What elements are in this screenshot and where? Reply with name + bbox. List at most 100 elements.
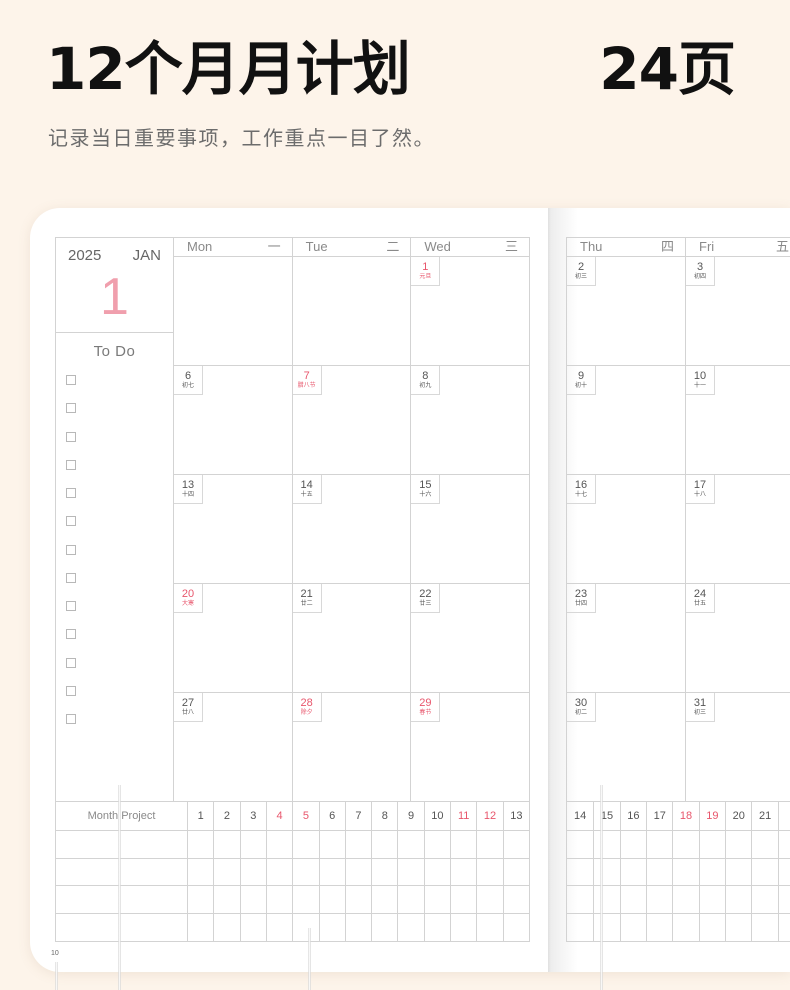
month-project-cell bbox=[567, 885, 594, 913]
month-project-cell bbox=[725, 829, 752, 858]
weekday-name: Thu bbox=[580, 239, 603, 254]
lunar-date: 廿八 bbox=[181, 710, 194, 716]
todo-list bbox=[56, 238, 173, 801]
month-project-cell bbox=[646, 857, 673, 886]
calendar-grid-right: Thu 四 Fri 五 2 初三 3 初四 9 初十 10 十一 16 十七 17 十八 23 廿四 24 廿五 30 初… bbox=[567, 238, 790, 801]
date-box: 1 元旦 bbox=[411, 257, 441, 286]
lunar-date: 廿三 bbox=[419, 601, 432, 607]
month-project-cell bbox=[187, 857, 214, 886]
month-project-cell bbox=[450, 885, 477, 914]
month-project-day: 5 bbox=[292, 802, 318, 830]
calendar-cell: 8 初九 bbox=[410, 365, 529, 474]
month-project-day: 14 bbox=[574, 809, 587, 822]
weekday-name: Wed bbox=[424, 239, 451, 254]
month-project-cell bbox=[56, 885, 187, 913]
calendar-cell: 1 元旦 bbox=[410, 256, 529, 365]
date-number: 8 bbox=[422, 370, 429, 382]
month-project-day: 11 bbox=[450, 802, 476, 830]
lunar-date: 元旦 bbox=[419, 274, 432, 280]
calendar-cell: 13 十四 bbox=[173, 474, 292, 583]
month-project-cell bbox=[397, 829, 424, 858]
month-project-cell bbox=[502, 913, 529, 941]
date-number: 7 bbox=[303, 370, 310, 382]
month-project-cell bbox=[344, 829, 372, 858]
month-project-cell bbox=[672, 857, 699, 886]
month-project-cell bbox=[593, 857, 620, 886]
todo-checkbox bbox=[66, 685, 76, 696]
calendar-cell: 31 初三 bbox=[685, 692, 790, 801]
todo-checkbox bbox=[66, 488, 76, 498]
lunar-date: 初二 bbox=[574, 710, 587, 716]
month-project-cell bbox=[423, 829, 451, 858]
month-project-cell bbox=[672, 829, 699, 858]
date-box: 30 初二 bbox=[567, 693, 596, 722]
date-number: 1 bbox=[422, 261, 429, 273]
month-project-cell bbox=[698, 885, 726, 914]
calendar-cell: 14 十五 bbox=[291, 474, 411, 583]
month-project-day-partial bbox=[777, 802, 790, 830]
month-project-cell bbox=[318, 885, 345, 914]
date-number: 9 bbox=[577, 370, 585, 382]
month-project-cell bbox=[698, 857, 726, 886]
month-project-cell bbox=[318, 857, 345, 886]
month-project-day: 15 bbox=[593, 802, 619, 830]
month-project-cell bbox=[502, 857, 529, 886]
month-project-cell bbox=[292, 857, 319, 886]
month-project-cell bbox=[213, 829, 240, 858]
month-project-cell bbox=[397, 885, 424, 914]
month-project-day: 9 bbox=[397, 802, 423, 830]
month-project-cell bbox=[213, 913, 240, 941]
calendar-cell: 3 初四 bbox=[685, 256, 790, 365]
date-box: 29 春节 bbox=[411, 693, 441, 722]
month-project-cell bbox=[567, 829, 594, 858]
month-project-cell bbox=[777, 885, 790, 914]
month-project-cell bbox=[751, 885, 778, 914]
todo-checkbox bbox=[66, 601, 76, 611]
month-project-cell bbox=[239, 885, 266, 914]
month-project-cell bbox=[672, 885, 699, 914]
weekday-chinese: 一 bbox=[267, 239, 281, 254]
month-project-cell bbox=[450, 829, 477, 858]
calendar-cell: 22 廿三 bbox=[410, 583, 529, 692]
calendar-cell: 10 十一 bbox=[685, 365, 790, 474]
page-count: 24页 bbox=[599, 35, 736, 103]
calendar-cell: 20 大寒 bbox=[173, 583, 292, 692]
month-project-cell bbox=[187, 829, 214, 858]
lunar-date: 十七 bbox=[574, 492, 587, 498]
calendar-cell: 17 十八 bbox=[685, 474, 790, 583]
todo-checkbox bbox=[66, 516, 76, 527]
month-project-day: 13 bbox=[502, 802, 529, 830]
calendar-cell: 27 廿八 bbox=[173, 692, 292, 801]
month-project-day: 21 bbox=[751, 802, 777, 830]
weekday-chinese: 四 bbox=[660, 239, 674, 254]
calendar-cell: 15 十六 bbox=[410, 474, 529, 583]
calendar-cell: 29 春节 bbox=[410, 692, 529, 801]
calendar-cell: 6 初七 bbox=[173, 365, 292, 474]
date-number: 28 bbox=[300, 697, 313, 709]
month-project-cell bbox=[397, 857, 424, 886]
date-box: 21 廿二 bbox=[292, 584, 322, 613]
date-number: 16 bbox=[574, 479, 588, 491]
weekday-header-thu: Thu 四 bbox=[567, 238, 685, 256]
month-project-cell bbox=[725, 913, 752, 941]
calendar-cell: 21 廿二 bbox=[291, 583, 411, 692]
date-number: 22 bbox=[419, 588, 432, 600]
month-project-cell bbox=[344, 857, 372, 886]
month-project-day: 1 bbox=[187, 802, 213, 830]
calendar-cell: 23 廿四 bbox=[567, 583, 685, 692]
calendar-cell: 24 廿五 bbox=[685, 583, 790, 692]
calendar-cell: 28 除夕 bbox=[291, 692, 411, 801]
date-number: 24 bbox=[693, 588, 707, 600]
month-project-cell bbox=[450, 913, 477, 941]
lunar-date: 十八 bbox=[693, 492, 706, 498]
calendar-cell bbox=[291, 256, 411, 365]
date-number: 15 bbox=[419, 479, 432, 491]
date-number: 29 bbox=[419, 697, 432, 709]
month-project-cell bbox=[619, 885, 647, 914]
month-project-cell bbox=[371, 857, 398, 886]
month-project-cell bbox=[318, 829, 345, 858]
month-project-day: 7 bbox=[344, 802, 371, 830]
month-project-cell bbox=[619, 857, 647, 886]
weekday-name: Fri bbox=[699, 239, 715, 254]
date-number: 3 bbox=[696, 261, 704, 273]
